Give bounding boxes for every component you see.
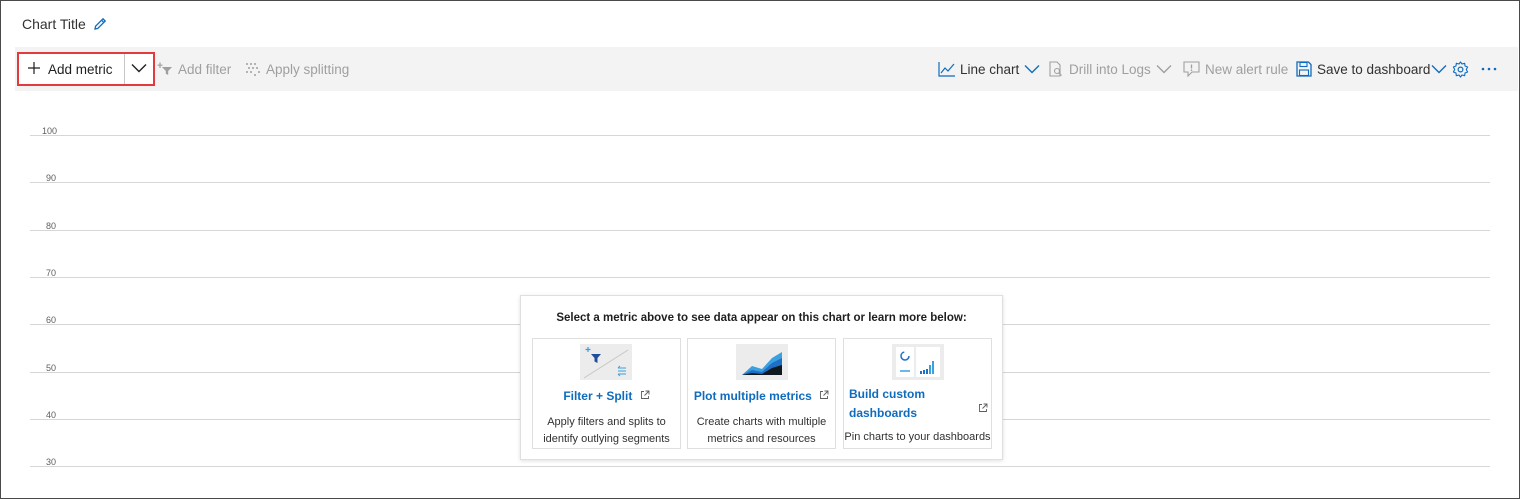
- empty-state-panel: Select a metric above to see data appear…: [520, 295, 1003, 460]
- build-dashboards-title-1: Build custom: [849, 387, 926, 401]
- plot-multiple-metrics-desc-2: metrics and resources: [707, 433, 816, 445]
- plot-multiple-metrics-desc-1: Create charts with multiple: [696, 416, 827, 428]
- filter-split-desc-1: Apply filters and splits to: [547, 416, 666, 428]
- build-dashboards-title-2: dashboards: [849, 406, 918, 420]
- filter-split-illustration-icon: [580, 344, 632, 380]
- y-tick-label: 50: [46, 363, 57, 373]
- external-link-icon[interactable]: [978, 400, 988, 418]
- dashboard-illustration-icon: [892, 344, 944, 380]
- filter-split-card[interactable]: Filter + Split Apply filters and splits …: [532, 338, 681, 449]
- build-dashboards-desc: Pin charts to your dashboards: [844, 431, 991, 443]
- filter-split-title: Filter + Split: [563, 389, 633, 403]
- y-gridline: [30, 135, 1490, 136]
- filter-split-link[interactable]: Filter + Split: [533, 387, 680, 406]
- build-dashboards-card[interactable]: Build custom dashboards Pin charts to yo…: [843, 338, 992, 449]
- y-tick-label: 70: [46, 268, 57, 278]
- y-tick-label: 100: [42, 126, 58, 136]
- filter-split-desc-2: identify outlying segments: [543, 433, 670, 445]
- empty-state-message: Select a metric above to see data appear…: [556, 312, 967, 324]
- y-gridline: [30, 230, 1490, 231]
- plot-multiple-metrics-card[interactable]: Plot multiple metrics Create charts with…: [687, 338, 836, 449]
- y-tick-label: 80: [46, 221, 57, 231]
- y-gridline: [30, 277, 1490, 278]
- area-chart-illustration-icon: [736, 344, 788, 380]
- plot-multiple-metrics-title: Plot multiple metrics: [693, 389, 812, 403]
- y-tick-label: 60: [46, 315, 57, 325]
- external-link-icon: [819, 389, 829, 403]
- plot-multiple-metrics-link[interactable]: Plot multiple metrics: [688, 387, 835, 406]
- y-tick-label: 90: [46, 173, 57, 183]
- external-link-icon: [640, 389, 650, 403]
- y-gridline: [30, 466, 1490, 467]
- y-tick-label: 30: [46, 457, 57, 467]
- y-gridline: [30, 182, 1490, 183]
- y-tick-label: 40: [46, 410, 57, 420]
- build-dashboards-link[interactable]: Build custom dashboards: [849, 385, 959, 423]
